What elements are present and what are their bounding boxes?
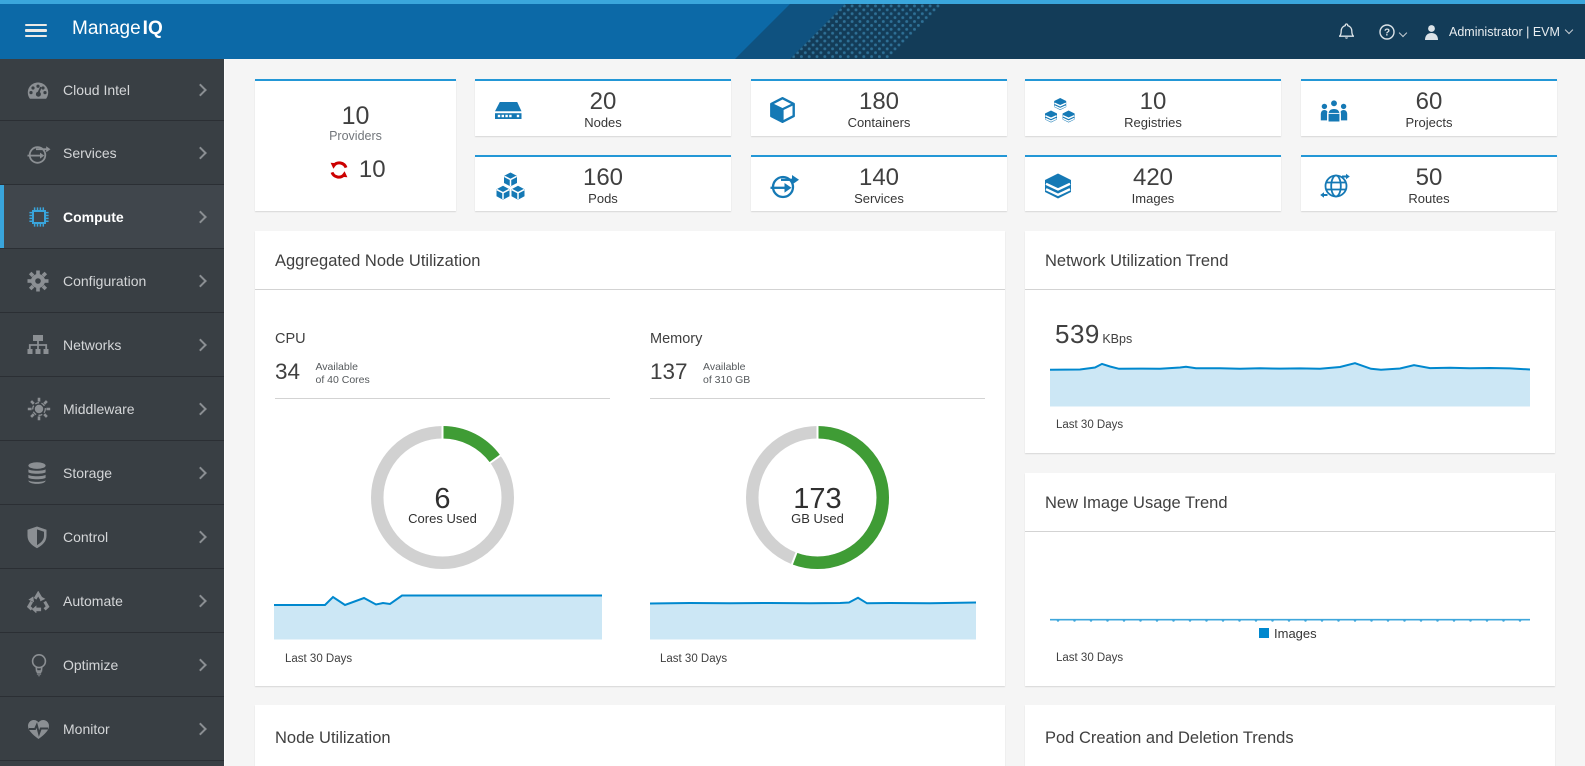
svg-text:Cores Used: Cores Used (408, 511, 477, 526)
svg-text:?: ? (1384, 28, 1390, 39)
svg-text:GB Used: GB Used (791, 511, 844, 526)
